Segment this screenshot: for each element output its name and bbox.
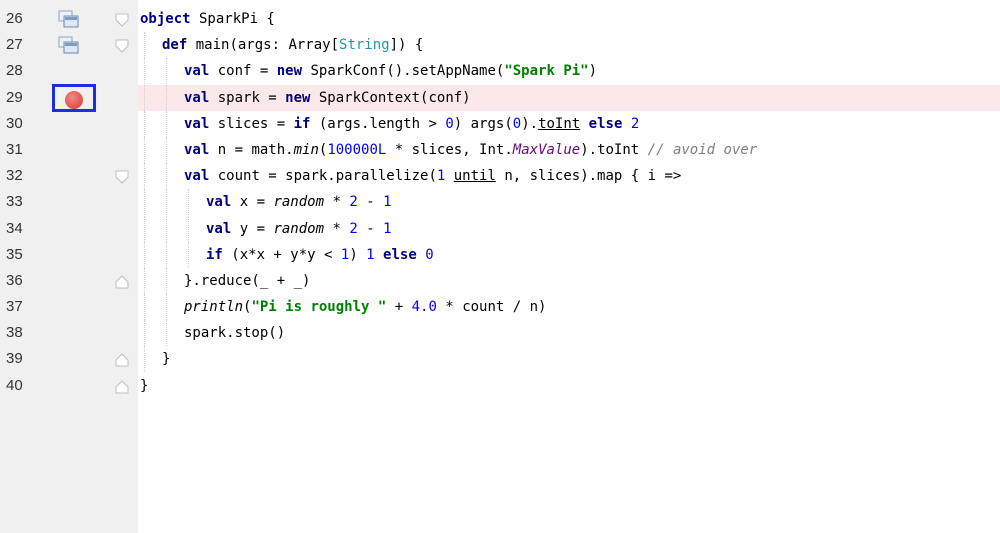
indent-guide — [144, 320, 145, 347]
indent-guide — [188, 215, 189, 242]
indent-guide — [188, 241, 189, 268]
code-line-28: 28 val conf = new SparkConf().setAppName… — [0, 58, 1000, 85]
code-area: val y = random * 2 - 1 — [138, 215, 1000, 242]
code-line-36: 36 }.reduce(_ + _) — [0, 267, 1000, 294]
code-area: spark.stop() — [138, 320, 1000, 347]
indent-guide — [144, 110, 145, 137]
indent-guide — [144, 267, 145, 294]
code-text: val slices = if (args.length > 0) args(0… — [184, 115, 640, 132]
indent-guide — [166, 84, 167, 111]
code-line-34: 34 val y = random * 2 - 1 — [0, 215, 1000, 242]
code-text: val n = math.min(100000L * slices, Int.M… — [184, 141, 758, 158]
indent-guide — [166, 320, 167, 347]
code-line-37: 37 println("Pi is roughly " + 4.0 * coun… — [0, 294, 1000, 321]
line-number: 38 — [6, 324, 23, 342]
code-area: val x = random * 2 - 1 — [138, 189, 1000, 216]
indent-guide — [144, 163, 145, 190]
line-number: 32 — [6, 167, 23, 185]
code-area: val conf = new SparkConf().setAppName("S… — [138, 58, 1000, 85]
indent-guide — [166, 241, 167, 268]
code-area: val n = math.min(100000L * slices, Int.M… — [138, 136, 1000, 163]
code-line-32: 32 val count = spark.parallelize(1 until… — [0, 163, 1000, 190]
code-text: }.reduce(_ + _) — [184, 272, 311, 289]
indent-guide — [166, 189, 167, 216]
indent-guide — [144, 58, 145, 85]
line-number: 34 — [6, 219, 23, 237]
line-number: 39 — [6, 350, 23, 368]
code-area: object SparkPi { — [138, 6, 1000, 32]
fold-end-icon[interactable] — [114, 352, 130, 368]
code-area: } — [138, 346, 1000, 373]
indent-guide — [188, 189, 189, 216]
code-line-39: 39 } — [0, 346, 1000, 373]
run-gutter-icon[interactable] — [57, 9, 97, 31]
code-area: if (x*x + y*y < 1) 1 else 0 — [138, 241, 1000, 268]
code-line-33: 33 val x = random * 2 - 1 — [0, 189, 1000, 216]
fold-end-icon[interactable] — [114, 274, 130, 290]
line-number: 35 — [6, 245, 23, 263]
code-area: println("Pi is roughly " + 4.0 * count /… — [138, 294, 1000, 321]
fold-end-icon[interactable] — [114, 379, 130, 395]
code-text: val x = random * 2 - 1 — [206, 194, 392, 211]
code-lines: 26 object SparkPi { 27 def main(args: Ar — [0, 0, 1000, 399]
indent-guide — [166, 136, 167, 163]
indent-guide — [166, 110, 167, 137]
indent-guide — [166, 215, 167, 242]
code-area: }.reduce(_ + _) — [138, 267, 1000, 294]
indent-guide — [144, 189, 145, 216]
line-number: 36 — [6, 271, 23, 289]
fold-marker-icon[interactable] — [114, 38, 130, 54]
code-line-40: 40 } — [0, 373, 1000, 399]
code-line-27: 27 def main(args: Array[String]) { — [0, 32, 1000, 59]
indent-guide — [144, 215, 145, 242]
code-line-29: 29 val spark = new SparkContext(conf) — [0, 83, 1000, 112]
line-number: 27 — [6, 36, 23, 54]
line-number: 33 — [6, 193, 23, 211]
indent-guide — [144, 136, 145, 163]
code-area: } — [138, 373, 1000, 399]
indent-guide — [166, 163, 167, 190]
fold-marker-icon[interactable] — [114, 169, 130, 185]
indent-guide — [144, 241, 145, 268]
code-area: val slices = if (args.length > 0) args(0… — [138, 110, 1000, 137]
indent-guide — [166, 267, 167, 294]
code-text: val conf = new SparkConf().setAppName("S… — [184, 63, 598, 80]
code-line-30: 30 val slices = if (args.length > 0) arg… — [0, 110, 1000, 137]
line-number: 37 — [6, 298, 23, 316]
code-text: } — [162, 351, 171, 368]
code-text: println("Pi is roughly " + 4.0 * count /… — [184, 299, 547, 316]
code-area: val spark = new SparkContext(conf) — [138, 84, 1000, 111]
code-editor[interactable]: 26 object SparkPi { 27 def main(args: Ar — [0, 0, 1000, 533]
indent-guide — [144, 84, 145, 111]
indent-guide — [144, 294, 145, 321]
breakpoint-highlight — [52, 83, 96, 112]
code-text: spark.stop() — [184, 325, 286, 342]
indent-guide — [144, 346, 145, 373]
code-text: def main(args: Array[String]) { — [162, 37, 424, 54]
code-line-35: 35 if (x*x + y*y < 1) 1 else 0 — [0, 241, 1000, 268]
code-line-38: 38 spark.stop() — [0, 320, 1000, 347]
code-area: def main(args: Array[String]) { — [138, 32, 1000, 59]
fold-marker-icon[interactable] — [114, 12, 130, 28]
indent-guide — [166, 294, 167, 321]
line-number: 40 — [6, 376, 23, 394]
line-number: 29 — [6, 88, 23, 106]
code-text: val count = spark.parallelize(1 until n,… — [184, 168, 682, 185]
line-number: 31 — [6, 140, 23, 158]
run-gutter-icon[interactable] — [57, 35, 97, 57]
line-number: 30 — [6, 114, 23, 132]
code-text: } — [140, 377, 149, 394]
breakpoint-icon[interactable] — [65, 90, 83, 109]
code-text: if (x*x + y*y < 1) 1 else 0 — [206, 246, 434, 263]
indent-guide — [166, 58, 167, 85]
code-text: val y = random * 2 - 1 — [206, 220, 392, 237]
code-area: val count = spark.parallelize(1 until n,… — [138, 163, 1000, 190]
line-number: 26 — [6, 10, 23, 27]
code-text: val spark = new SparkContext(conf) — [184, 89, 471, 106]
code-line-26: 26 object SparkPi { — [0, 6, 1000, 32]
code-text: object SparkPi { — [140, 11, 275, 27]
indent-guide — [144, 32, 145, 59]
line-number: 28 — [6, 62, 23, 80]
code-line-31: 31 val n = math.min(100000L * slices, In… — [0, 136, 1000, 163]
